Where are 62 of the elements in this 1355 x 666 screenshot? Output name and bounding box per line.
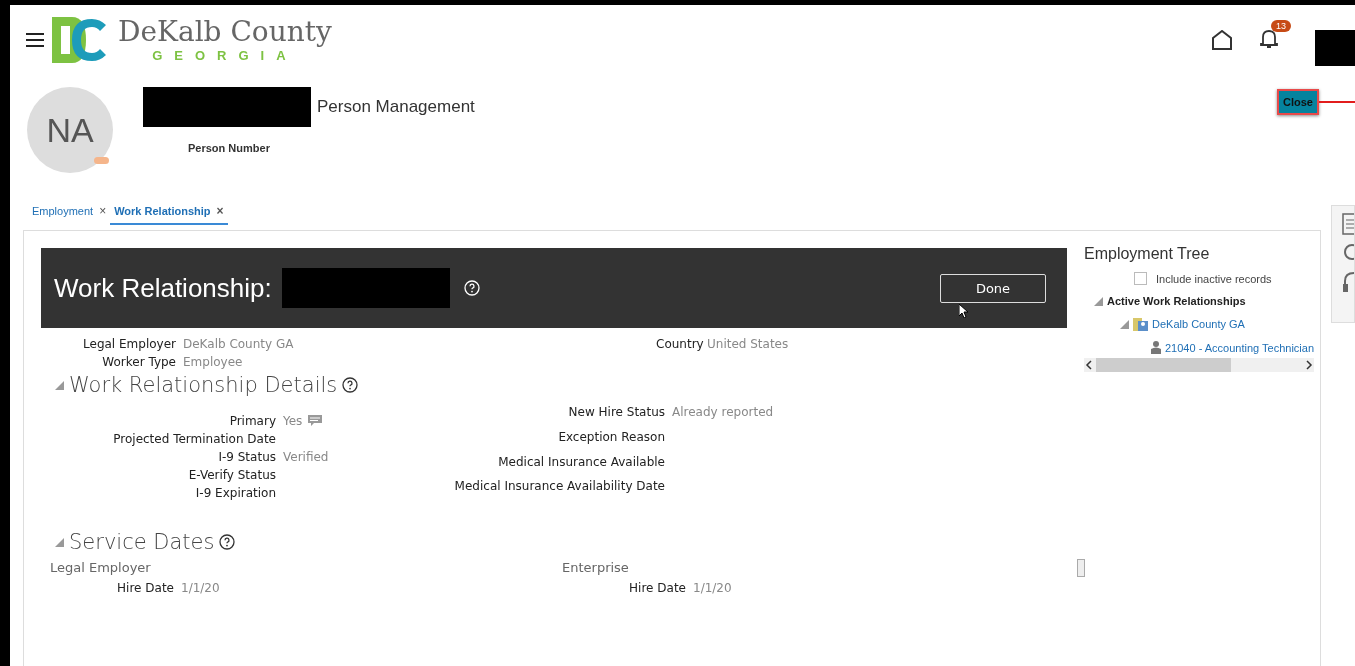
home-icon[interactable]: [1211, 30, 1233, 50]
notification-badge: 13: [1271, 20, 1291, 32]
annotation-line: [1318, 101, 1355, 103]
help-icon[interactable]: [219, 534, 236, 550]
field-label: I-9 Expiration: [194, 486, 276, 500]
tree-node[interactable]: 21040 - Accounting Technician: [1165, 341, 1314, 354]
field-label: Exception Reason: [557, 429, 665, 444]
section-title: Work Relationship:: [54, 272, 272, 304]
group-heading: Legal Employer: [50, 560, 152, 575]
close-icon[interactable]: ×: [216, 204, 224, 218]
section-title: Work Relationship Details: [69, 373, 338, 397]
page-title: Person Management: [317, 97, 475, 117]
field-value: 1/1/20: [181, 581, 220, 595]
field-value: DeKalb County GA: [183, 337, 294, 351]
building-icon: [1133, 317, 1148, 331]
bell-icon[interactable]: [1259, 28, 1279, 50]
close-icon[interactable]: ×: [99, 204, 107, 218]
comment-icon[interactable]: [308, 415, 323, 427]
collapse-icon[interactable]: [55, 537, 64, 547]
field-value: United States: [707, 337, 789, 351]
menu-icon[interactable]: [26, 33, 44, 47]
tree-node[interactable]: DeKalb County GA: [1152, 318, 1245, 330]
field-value: Yes: [283, 414, 303, 428]
field-label: I-9 Status: [217, 450, 276, 464]
tree-toggle-icon[interactable]: [1094, 296, 1103, 306]
field-label: Primary: [228, 414, 276, 428]
horizontal-scrollbar[interactable]: [1084, 358, 1314, 372]
panel-title: Employment Tree: [1084, 245, 1211, 263]
field-label: Projected Termination Date: [112, 432, 276, 446]
redacted-block: [1315, 30, 1355, 66]
tab[interactable]: Employment ×: [28, 199, 111, 225]
field-label: Medical Insurance Availability Date: [453, 479, 665, 494]
checkbox-label: Include inactive records: [1156, 272, 1272, 285]
close-button[interactable]: Close: [1277, 89, 1319, 115]
field-label: Hire Date: [116, 581, 174, 595]
tab[interactable]: Work Relationship ×: [110, 199, 228, 225]
field-label: Medical Insurance Available: [497, 454, 665, 469]
dc-logo-icon: [52, 17, 108, 63]
section-title: Service Dates: [69, 530, 215, 554]
field-value: Already reported: [672, 405, 774, 419]
field-value: 1/1/20: [693, 581, 732, 595]
field-label: Person Number: [188, 142, 271, 154]
person-icon: [1151, 341, 1161, 354]
field-value: Employee: [183, 355, 243, 369]
help-icon[interactable]: [342, 377, 359, 393]
tree-toggle-icon[interactable]: [1120, 319, 1129, 329]
logo-name: DeKalb County: [118, 17, 332, 46]
done-button[interactable]: Done: [940, 273, 1046, 303]
avatar: NA: [27, 87, 113, 173]
expand-handle[interactable]: [1077, 559, 1085, 577]
checkbox[interactable]: [1134, 272, 1147, 285]
field-label: Legal Employer: [82, 337, 176, 351]
field-label: Worker Type: [101, 355, 176, 369]
group-heading: Enterprise: [562, 560, 630, 575]
collapse-icon[interactable]: [55, 380, 64, 390]
field-value: Verified: [283, 450, 329, 464]
field-label: New Hire Status: [567, 405, 665, 419]
tree-node[interactable]: Active Work Relationships: [1107, 295, 1246, 307]
cursor-icon: [959, 304, 968, 318]
logo-state: GEORGIA: [152, 47, 298, 63]
field-label: Hire Date: [628, 581, 686, 595]
field-label: E-Verify Status: [187, 468, 276, 482]
